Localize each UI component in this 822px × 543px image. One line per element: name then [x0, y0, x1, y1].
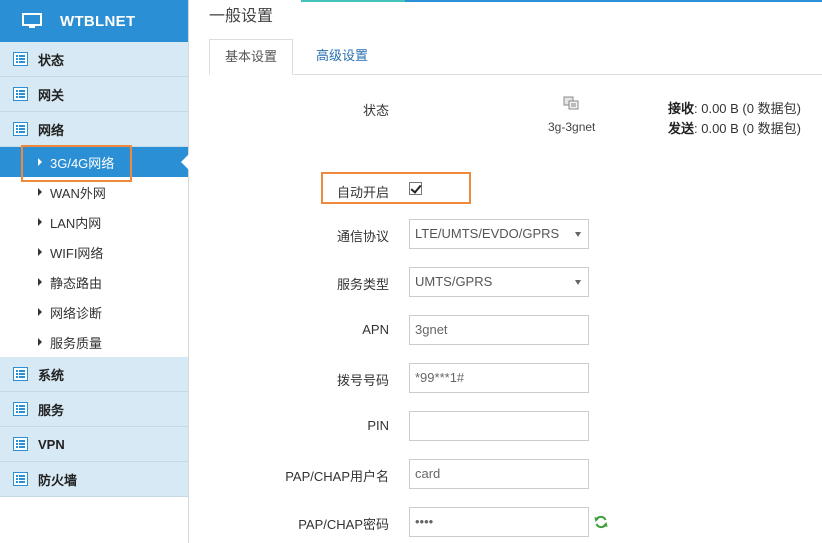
brand-title: WTBLNET: [60, 12, 136, 30]
rx-value: : 0.00 B (0 数据包): [694, 101, 801, 116]
caret-right-icon: [38, 278, 42, 286]
tab-bar: 基本设置 高级设置: [209, 39, 822, 75]
protocol-select[interactable]: LTE/UMTS/EVDO/GPRS: [409, 219, 589, 249]
sidebar-item-label: 网络诊断: [50, 305, 103, 321]
service-type-select[interactable]: UMTS/GPRS: [409, 267, 589, 297]
sidebar-item-label: 静态路由: [50, 275, 103, 291]
apn-input[interactable]: 3gnet: [409, 315, 589, 345]
pap-user-label: PAP/CHAP用户名: [285, 469, 389, 484]
apn-label: APN: [362, 322, 389, 337]
sidebar-section-firewall[interactable]: 防火墙: [0, 462, 188, 497]
service-type-label: 服务类型: [336, 277, 389, 292]
sidebar-item-label: LAN内网: [50, 215, 102, 231]
caret-right-icon: [38, 308, 42, 316]
sidebar-item-static-route[interactable]: 静态路由: [0, 267, 188, 297]
pap-password-label: PAP/CHAP密码: [298, 517, 389, 532]
tx-label: 发送: [668, 121, 695, 136]
page-title: 一般设置: [209, 8, 274, 25]
monitor-icon: [22, 13, 42, 28]
dial-number-label: 拨号号码: [336, 373, 389, 388]
sidebar-item-qos[interactable]: 服务质量: [0, 327, 188, 357]
dial-number-input[interactable]: *99***1#: [409, 363, 589, 393]
sidebar-section-label: 系统: [38, 367, 65, 383]
sidebar-section-services[interactable]: 服务: [0, 392, 188, 427]
sidebar-section-label: 网络: [38, 122, 65, 138]
sidebar-item-diagnostics[interactable]: 网络诊断: [0, 297, 188, 327]
list-icon: [13, 122, 28, 136]
sidebar-section-label: 防火墙: [38, 472, 78, 488]
pap-password-input[interactable]: ••••: [409, 507, 589, 537]
rx-label: 接收: [668, 101, 695, 116]
sidebar-item-label: WIFI网络: [50, 245, 104, 261]
list-icon: [13, 52, 28, 66]
sidebar-section-label: 网关: [38, 87, 65, 103]
sidebar-item-label: WAN外网: [50, 185, 106, 201]
sidebar-item-label: 服务质量: [50, 335, 103, 351]
list-icon: [13, 402, 28, 416]
reveal-password-icon[interactable]: [594, 515, 608, 529]
sidebar-item-lan[interactable]: LAN内网: [0, 207, 188, 237]
brand-header: WTBLNET: [0, 0, 188, 42]
sidebar-item-wifi[interactable]: WIFI网络: [0, 237, 188, 267]
sidebar-section-status[interactable]: 状态: [0, 42, 188, 77]
rx-stats: 接收: 0.00 B (0 数据包): [668, 98, 801, 117]
sidebar-section-label: VPN: [38, 436, 65, 452]
dropdown-caret-icon: [575, 232, 581, 237]
highlight-box-sidebar: [21, 145, 132, 182]
sidebar-section-vpn[interactable]: VPN: [0, 427, 188, 462]
sidebar-section-label: 服务: [38, 402, 65, 418]
protocol-value: LTE/UMTS/EVDO/GPRS: [415, 226, 560, 241]
sidebar-section-gateway[interactable]: 网关: [0, 77, 188, 112]
service-type-value: UMTS/GPRS: [415, 274, 493, 289]
highlight-box-auto-start: [321, 172, 471, 204]
tx-stats: 发送: 0.00 B (0 数据包): [668, 118, 801, 137]
caret-right-icon: [38, 248, 42, 256]
main-content: 一般设置 基本设置 高级设置 状态 3g-3gnet 接收: 0.00 B (0…: [189, 0, 822, 543]
sidebar-section-system[interactable]: 系统: [0, 357, 188, 392]
dropdown-caret-icon: [575, 280, 581, 285]
network-interface-icon: [563, 96, 579, 110]
interface-name: 3g-3gnet: [548, 120, 596, 134]
caret-right-icon: [38, 188, 42, 196]
pin-input[interactable]: [409, 411, 589, 441]
sidebar-section-label: 状态: [38, 52, 65, 68]
pin-label: PIN: [367, 418, 389, 433]
sidebar: WTBLNET 状态 网关 网络 3G/4G网络 WAN外网 LAN内网 WIF…: [0, 0, 189, 543]
caret-right-icon: [38, 218, 42, 226]
list-icon: [13, 437, 28, 451]
sidebar-section-network[interactable]: 网络: [0, 112, 188, 147]
caret-right-icon: [38, 338, 42, 346]
protocol-label: 通信协议: [336, 229, 389, 244]
tx-value: : 0.00 B (0 数据包): [694, 121, 801, 136]
list-icon: [13, 87, 28, 101]
tab-basic-settings[interactable]: 基本设置: [209, 39, 294, 75]
pap-user-input[interactable]: card: [409, 459, 589, 489]
status-label: 状态: [362, 103, 389, 118]
list-icon: [13, 472, 28, 486]
top-accent-line-teal: [301, 0, 405, 2]
tab-advanced-settings[interactable]: 高级设置: [301, 39, 383, 75]
list-icon: [13, 367, 28, 381]
